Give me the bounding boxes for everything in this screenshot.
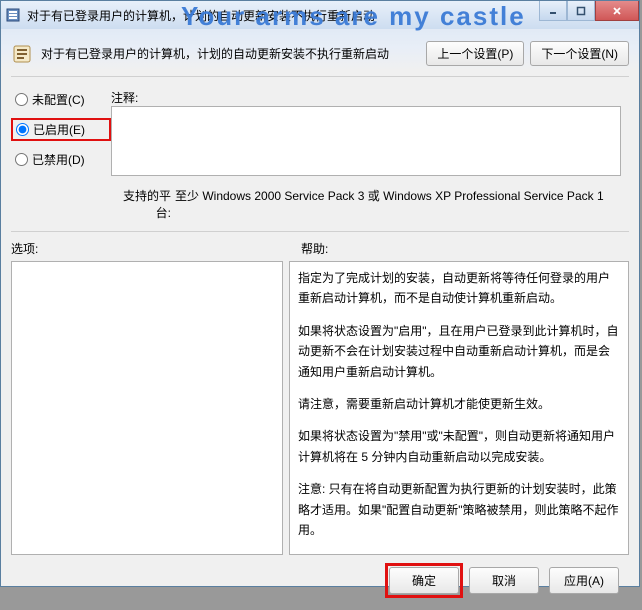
cancel-button[interactable]: 取消 [469, 567, 539, 594]
policy-title: 对于有已登录用户的计算机，计划的自动更新安装不执行重新启动 [41, 45, 426, 62]
comment-label: 注释: [111, 87, 171, 106]
prev-setting-button[interactable]: 上一个设置(P) [426, 41, 524, 66]
footer-buttons: 确定 取消 应用(A) [11, 555, 629, 602]
radio-group: 未配置(C) 已启用(E) 已禁用(D) [11, 87, 111, 221]
radio-not-configured-input[interactable] [15, 93, 28, 106]
options-label: 选项: [11, 240, 301, 257]
config-area: 未配置(C) 已启用(E) 已禁用(D) 注释: 支持的平台: [11, 87, 629, 221]
help-panel: 指定为了完成计划的安装，自动更新将等待任何登录的用户重新启动计算机，而不是自动使… [289, 261, 629, 555]
help-label: 帮助: [301, 240, 328, 257]
help-paragraph: 如果将状态设置为"启用"，且在用户已登录到此计算机时，自动更新不会在计划安装过程… [298, 321, 620, 382]
radio-enabled-input[interactable] [16, 123, 29, 136]
window-title: 对于有已登录用户的计算机，计划的自动更新安装不执行重新启动 [27, 7, 375, 24]
dialog-content: 对于有已登录用户的计算机，计划的自动更新安装不执行重新启动 上一个设置(P) 下… [1, 29, 639, 610]
apply-button[interactable]: 应用(A) [549, 567, 619, 594]
panels-row: 指定为了完成计划的安装，自动更新将等待任何登录的用户重新启动计算机，而不是自动使… [11, 261, 629, 555]
radio-enabled[interactable]: 已启用(E) [11, 118, 111, 141]
help-paragraph: 注意: 只有在将自动更新配置为执行更新的计划安装时，此策略才适用。如果"配置自动… [298, 479, 620, 540]
close-button[interactable] [595, 1, 639, 21]
header-row: 对于有已登录用户的计算机，计划的自动更新安装不执行重新启动 上一个设置(P) 下… [11, 37, 629, 77]
radio-enabled-label: 已启用(E) [33, 121, 85, 138]
options-panel [11, 261, 283, 555]
help-paragraph: 请注意，需要重新启动计算机才能使更新生效。 [298, 394, 620, 414]
policy-dialog: 对于有已登录用户的计算机，计划的自动更新安装不执行重新启动 Your arms … [0, 0, 640, 587]
right-column: 注释: 支持的平台: 至少 Windows 2000 Service Pack … [111, 87, 629, 221]
titlebar: 对于有已登录用户的计算机，计划的自动更新安装不执行重新启动 Your arms … [1, 1, 639, 29]
help-paragraph: 指定为了完成计划的安装，自动更新将等待任何登录的用户重新启动计算机，而不是自动使… [298, 268, 620, 309]
radio-disabled[interactable]: 已禁用(D) [11, 149, 111, 170]
platform-value: 至少 Windows 2000 Service Pack 3 或 Windows… [171, 185, 629, 221]
radio-not-configured-label: 未配置(C) [32, 91, 85, 108]
platform-label: 支持的平台: [111, 185, 171, 221]
comment-input[interactable] [111, 106, 621, 176]
policy-icon [11, 43, 33, 65]
radio-disabled-label: 已禁用(D) [32, 151, 85, 168]
app-icon [5, 7, 21, 23]
minimize-button[interactable] [539, 1, 567, 21]
maximize-button[interactable] [567, 1, 595, 21]
next-setting-button[interactable]: 下一个设置(N) [530, 41, 629, 66]
window-controls [539, 1, 639, 21]
divider [11, 231, 629, 232]
ok-button[interactable]: 确定 [389, 567, 459, 594]
radio-disabled-input[interactable] [15, 153, 28, 166]
panel-labels: 选项: 帮助: [11, 240, 629, 257]
radio-not-configured[interactable]: 未配置(C) [11, 89, 111, 110]
help-paragraph: 如果将状态设置为"禁用"或"未配置"，则自动更新将通知用户计算机将在 5 分钟内… [298, 426, 620, 467]
